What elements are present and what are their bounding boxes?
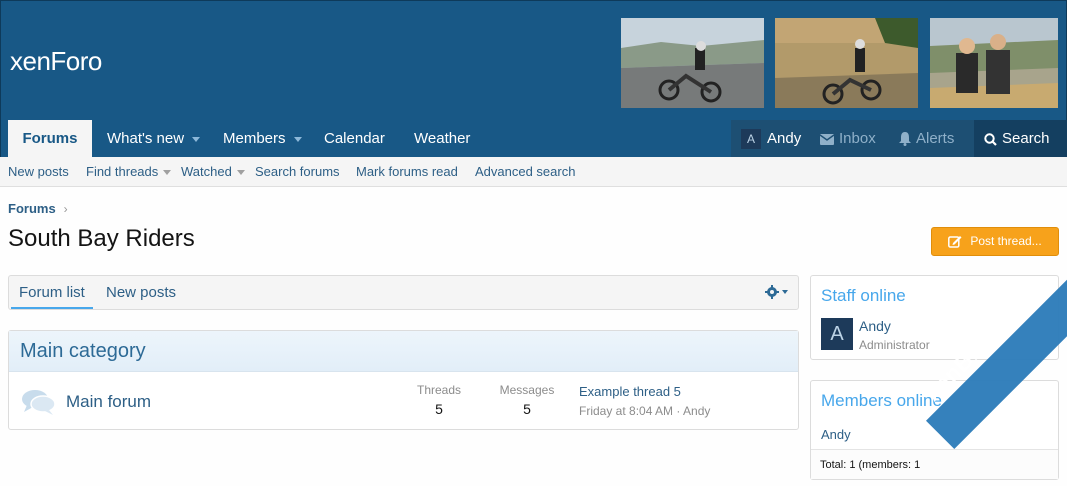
subnav-advanced-search[interactable]: Advanced search	[475, 157, 575, 187]
nav-tab-label: What's new	[107, 130, 185, 147]
user-name: Andy	[767, 130, 802, 147]
tab-forum-list[interactable]: Forum list	[11, 276, 93, 309]
messages-label: Messages	[499, 383, 555, 397]
nav-tab-whats-new[interactable]: What's new	[107, 120, 201, 157]
search-link[interactable]: Search	[984, 120, 1050, 157]
messages-count: 5	[523, 401, 531, 417]
chat-bubbles-icon	[21, 387, 57, 422]
threads-count: 5	[435, 401, 443, 417]
tab-new-posts[interactable]: New posts	[106, 276, 176, 309]
subnav-find-threads[interactable]: Find threads	[86, 157, 172, 187]
members-online-title[interactable]: Members online	[821, 391, 942, 411]
chevron-down-icon[interactable]	[293, 136, 302, 142]
forum-list-options[interactable]	[765, 285, 791, 304]
header-photo-3	[930, 18, 1058, 108]
last-thread-meta: Friday at 8:04 AM · Andy	[579, 404, 711, 418]
content-tabs: Forum list New posts	[8, 275, 799, 310]
inbox-label: Inbox	[839, 130, 876, 147]
nav-tab-calendar[interactable]: Calendar	[324, 120, 385, 157]
alerts-label: Alerts	[916, 130, 955, 147]
main-nav: Forums What's new Members Calendar Weath…	[0, 120, 1067, 157]
forum-title[interactable]: Main forum	[66, 392, 151, 412]
nav-tab-members[interactable]: Members	[223, 120, 302, 157]
nav-tab-forums[interactable]: Forums	[8, 120, 92, 157]
page-title: South Bay Riders	[8, 225, 195, 252]
search-label: Search	[1002, 130, 1050, 147]
bell-icon	[899, 132, 911, 147]
header-photo-1	[621, 18, 764, 108]
subnav-mark-forums-read[interactable]: Mark forums read	[356, 157, 458, 187]
search-icon	[984, 132, 997, 146]
members-online-footer: Total: 1 (members: 1	[811, 449, 1058, 479]
post-thread-button[interactable]: Post thread...	[931, 227, 1059, 256]
nav-tab-label: Weather	[414, 130, 471, 147]
category-block: Main category Main forum Threads 5 Messa…	[8, 330, 799, 430]
post-thread-label: Post thread...	[970, 234, 1042, 248]
online-member-name[interactable]: Andy	[821, 427, 851, 442]
nav-tab-label: Members	[223, 130, 286, 147]
chevron-down-icon	[236, 170, 245, 176]
last-thread-link[interactable]: Example thread 5	[579, 384, 681, 399]
site-logo[interactable]: xenForo	[10, 46, 102, 77]
chevron-right-icon: ›	[63, 202, 68, 216]
user-menu[interactable]: A Andy	[741, 120, 801, 157]
subnav-watched[interactable]: Watched	[181, 157, 245, 187]
pencil-square-icon	[948, 236, 962, 249]
breadcrumb: Forums ›	[8, 201, 68, 216]
category-title[interactable]: Main category	[20, 340, 146, 363]
alerts-link[interactable]: Alerts	[899, 120, 954, 157]
chevron-down-icon	[163, 170, 172, 176]
subnav-search-forums[interactable]: Search forums	[255, 157, 340, 187]
members-online-total: Total: 1 (members: 1	[820, 459, 921, 471]
staff-member-role: Administrator	[859, 338, 930, 352]
threads-label: Threads	[416, 383, 462, 397]
breadcrumb-item-forums[interactable]: Forums	[8, 201, 56, 216]
nav-tab-label: Forums	[22, 130, 78, 147]
gear-icon	[765, 285, 788, 299]
avatar: A	[741, 129, 761, 150]
subnav-label: Find threads	[86, 164, 159, 179]
sub-nav: New posts Find threads Watched Search fo…	[0, 157, 1067, 187]
avatar[interactable]: A	[821, 318, 853, 350]
nav-tab-label: Calendar	[324, 130, 385, 147]
inbox-link[interactable]: Inbox	[819, 120, 876, 157]
staff-member-name[interactable]: Andy	[859, 318, 891, 334]
nav-tab-weather[interactable]: Weather	[414, 120, 470, 157]
staff-online-title[interactable]: Staff online	[821, 286, 906, 306]
subnav-label: Watched	[181, 164, 232, 179]
chevron-down-icon[interactable]	[192, 136, 201, 142]
subnav-new-posts[interactable]: New posts	[8, 157, 69, 187]
envelope-icon	[819, 133, 835, 145]
category-header: Main category	[9, 331, 798, 372]
header-photo-2	[775, 18, 918, 108]
